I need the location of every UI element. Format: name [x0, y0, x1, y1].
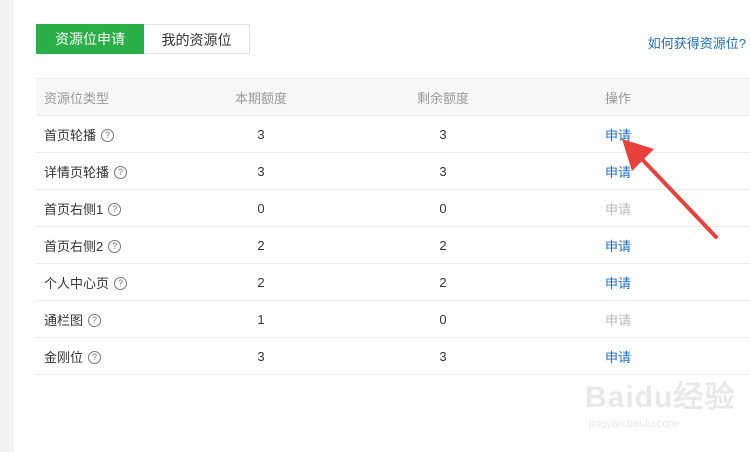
annotation-arrow-icon: [622, 139, 718, 239]
resource-type: 首页右侧1: [44, 201, 104, 217]
help-icon[interactable]: ?: [108, 239, 122, 253]
current-quota: 3: [195, 152, 327, 190]
resource-type: 金刚位: [44, 349, 84, 365]
table-row: 通栏图? 1 0 申请: [36, 300, 750, 338]
apply-link-disabled: 申请: [605, 312, 632, 328]
current-quota: 1: [195, 300, 327, 338]
top-tabs: 资源位申请 我的资源位: [36, 24, 250, 54]
tab-my-resources[interactable]: 我的资源位: [144, 24, 250, 54]
help-icon[interactable]: ?: [101, 128, 115, 142]
resource-type: 个人中心页: [44, 275, 110, 291]
current-quota: 2: [195, 263, 327, 301]
current-quota: 2: [195, 226, 327, 264]
remaining-quota: 0: [327, 300, 559, 338]
baidu-watermark: Baidu经验 jingyan.baidu.com: [585, 372, 745, 442]
resource-type: 首页轮播: [44, 127, 97, 143]
header-type: 资源位类型: [36, 78, 195, 116]
apply-link[interactable]: 申请: [605, 276, 631, 291]
apply-link[interactable]: 申请: [605, 350, 631, 365]
remaining-quota: 3: [327, 337, 559, 375]
remaining-quota: 3: [327, 152, 559, 190]
current-quota: 3: [195, 337, 327, 375]
help-icon[interactable]: ?: [108, 202, 122, 216]
table-row: 金刚位? 3 3 申请: [36, 337, 750, 375]
current-quota: 3: [195, 115, 327, 153]
help-icon[interactable]: ?: [114, 276, 128, 290]
current-quota: 0: [195, 189, 327, 227]
remaining-quota: 3: [327, 115, 559, 153]
watermark-sub: jingyan.baidu.com: [589, 418, 678, 430]
header-remaining-quota: 剩余额度: [327, 78, 559, 116]
remaining-quota: 2: [327, 226, 559, 264]
table-row: 个人中心页? 2 2 申请: [36, 263, 750, 301]
resource-type: 首页右侧2: [44, 238, 104, 254]
help-icon[interactable]: ?: [88, 350, 102, 364]
header-current-quota: 本期额度: [195, 78, 327, 116]
header-action: 操作: [559, 78, 750, 116]
help-icon[interactable]: ?: [88, 313, 102, 327]
resource-type: 通栏图: [44, 312, 84, 328]
watermark-main: Baidu经验: [585, 381, 736, 414]
table-header-row: 资源位类型 本期额度 剩余额度 操作: [36, 78, 750, 116]
remaining-quota: 2: [327, 263, 559, 301]
how-to-get-resource-link[interactable]: 如何获得资源位?: [648, 33, 746, 52]
remaining-quota: 0: [327, 189, 559, 227]
help-icon[interactable]: ?: [114, 165, 128, 179]
tab-resource-apply[interactable]: 资源位申请: [36, 24, 144, 54]
resource-type: 详情页轮播: [44, 164, 110, 180]
